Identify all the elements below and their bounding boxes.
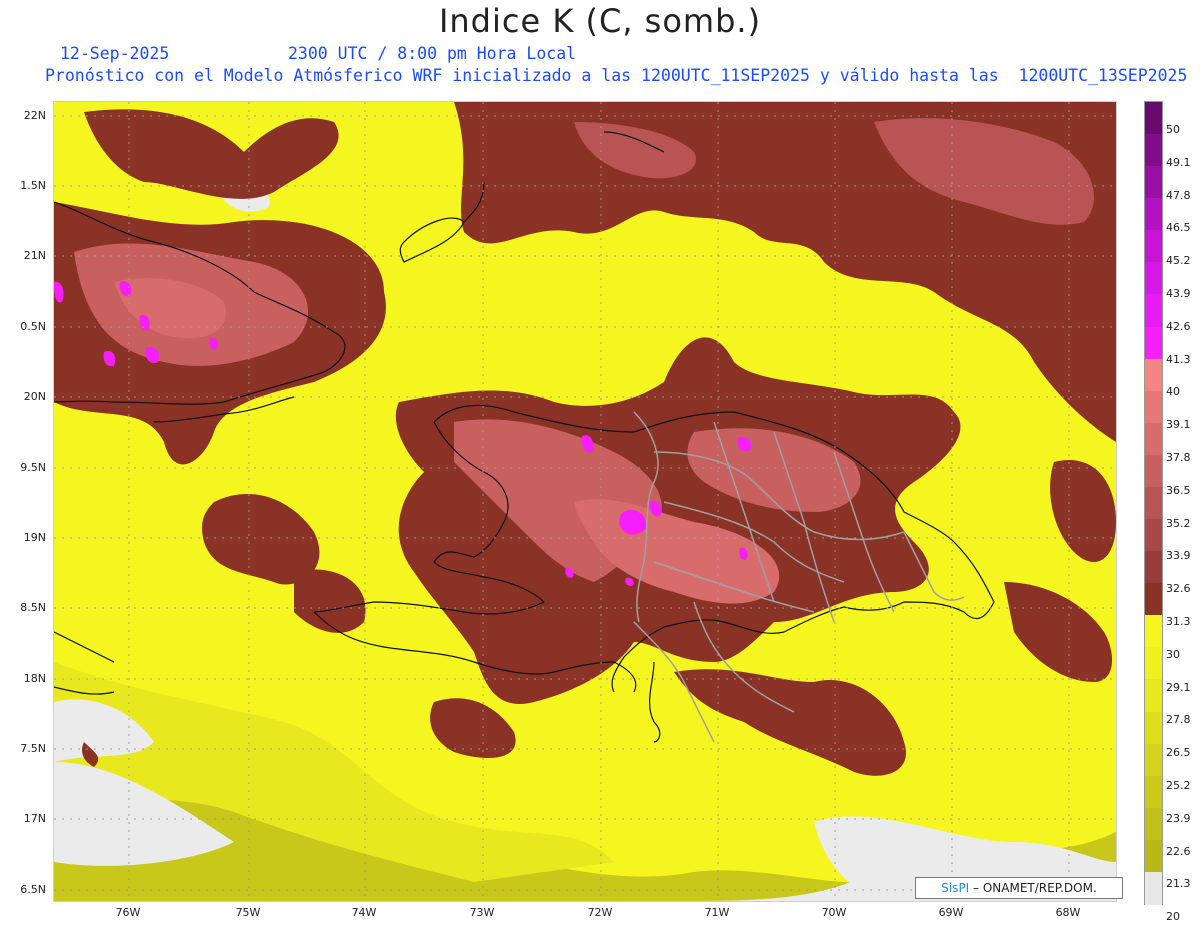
- lon-label: 75W: [235, 906, 261, 919]
- lon-label: 69W: [938, 906, 964, 919]
- colorbar: [1144, 101, 1163, 905]
- colorbar-tick-label: 32.6: [1166, 582, 1191, 596]
- colorbar-segment: [1145, 551, 1162, 585]
- colorbar-tick-label: 46.5: [1166, 221, 1191, 235]
- forecast-valid-time: 2300 UTC / 8:00 pm Hora Local: [288, 44, 577, 63]
- colorbar-segment: [1145, 198, 1162, 232]
- colorbar-tick-label: 45.2: [1166, 254, 1191, 268]
- credit-text: – ONAMET/REP.DOM.: [973, 881, 1097, 895]
- lon-label: 70W: [821, 906, 847, 919]
- colorbar-tick-label: 37.8: [1166, 451, 1191, 464]
- colorbar-tick-label: 47.8: [1166, 188, 1191, 202]
- colorbar-segment: [1145, 839, 1162, 873]
- lat-label: 1.5N: [20, 179, 46, 192]
- lat-label: 18N: [23, 672, 46, 685]
- lat-label: 0.5N: [20, 320, 46, 333]
- lon-label: 68W: [1055, 906, 1081, 919]
- colorbar-segment: [1145, 775, 1162, 809]
- colorbar-segment: [1145, 807, 1162, 841]
- colorbar-tick-label: 21.3: [1166, 877, 1191, 891]
- lon-label: 71W: [704, 906, 730, 919]
- colorbar-segment: [1145, 294, 1162, 328]
- colorbar-tick-label: 25.2: [1166, 779, 1191, 792]
- colorbar-segment: [1145, 358, 1162, 392]
- colorbar-segment: [1145, 647, 1162, 681]
- forecast-date: 12-Sep-2025: [60, 44, 170, 63]
- colorbar-segment: [1145, 743, 1162, 777]
- colorbar-tick-label: 29.1: [1166, 680, 1191, 694]
- colorbar-tick-label: 31.3: [1166, 615, 1191, 628]
- colorbar-tick-label: 36.5: [1166, 483, 1191, 497]
- colorbar-segment: [1145, 166, 1162, 200]
- colorbar-tick-label: 39.1: [1166, 418, 1191, 432]
- colorbar-segment: [1145, 262, 1162, 296]
- colorbar-tick-label: 27.8: [1166, 713, 1191, 727]
- colorbar-tick-label: 35.2: [1166, 516, 1191, 530]
- colorbar-segment: [1145, 583, 1162, 617]
- colorbar-segment: [1145, 134, 1162, 168]
- lat-label: 21N: [23, 249, 46, 262]
- lat-label: 6.5N: [20, 883, 46, 896]
- colorbar-segment: [1145, 102, 1162, 135]
- colorbar-tick-label: 42.6: [1166, 319, 1191, 333]
- lon-label: 74W: [351, 906, 377, 919]
- colorbar-segment: [1145, 390, 1162, 424]
- colorbar-segment: [1145, 422, 1162, 456]
- lon-label: 72W: [587, 906, 613, 919]
- colorbar-tick-label: 40: [1166, 385, 1180, 399]
- map-title: Indice K (C, somb.): [438, 2, 762, 40]
- lat-label: 22N: [23, 109, 46, 122]
- colorbar-tick-label: 30: [1166, 647, 1180, 661]
- colorbar-segment: [1145, 454, 1162, 488]
- colorbar-tick-label: 43.9: [1166, 287, 1191, 300]
- colorbar-segment: [1145, 711, 1162, 745]
- colorbar-segment: [1145, 486, 1162, 520]
- colorbar-tick-label: 41.3: [1166, 352, 1191, 366]
- colorbar-segment: [1145, 519, 1162, 553]
- colorbar-tick-label: 33.9: [1166, 549, 1191, 563]
- colorbar-tick-label: 20: [1166, 910, 1180, 924]
- colorbar-segment: [1145, 615, 1162, 649]
- lon-label: 76W: [115, 906, 141, 919]
- colorbar-segment: [1145, 871, 1162, 905]
- lat-label: 8.5N: [20, 601, 46, 614]
- model-run-note: Pronóstico con el Modelo Atmósferico WRF…: [45, 66, 1188, 85]
- colorbar-segment: [1145, 679, 1162, 713]
- lat-label: 17N: [23, 812, 46, 825]
- lat-label: 20N: [23, 390, 46, 403]
- colorbar-segment: [1145, 326, 1162, 360]
- colorbar-segment: [1145, 230, 1162, 264]
- credit-box: SisPI – ONAMET/REP.DOM.: [915, 877, 1123, 899]
- colorbar-tick-label: 26.5: [1166, 746, 1191, 760]
- k-index-field: [54, 102, 1116, 901]
- colorbar-tick-label: 23.9: [1166, 811, 1191, 825]
- k-index-map: [53, 101, 1117, 902]
- colorbar-tick-label: 22.6: [1166, 844, 1191, 858]
- lat-label: 19N: [23, 531, 46, 544]
- lat-label: 7.5N: [20, 742, 46, 755]
- lat-label: 9.5N: [20, 461, 46, 474]
- lon-label: 73W: [469, 906, 495, 919]
- colorbar-tick-label: 49.1: [1166, 155, 1191, 169]
- sispi-logo-text: SisPI: [941, 881, 970, 895]
- colorbar-tick-label: 50: [1166, 123, 1180, 136]
